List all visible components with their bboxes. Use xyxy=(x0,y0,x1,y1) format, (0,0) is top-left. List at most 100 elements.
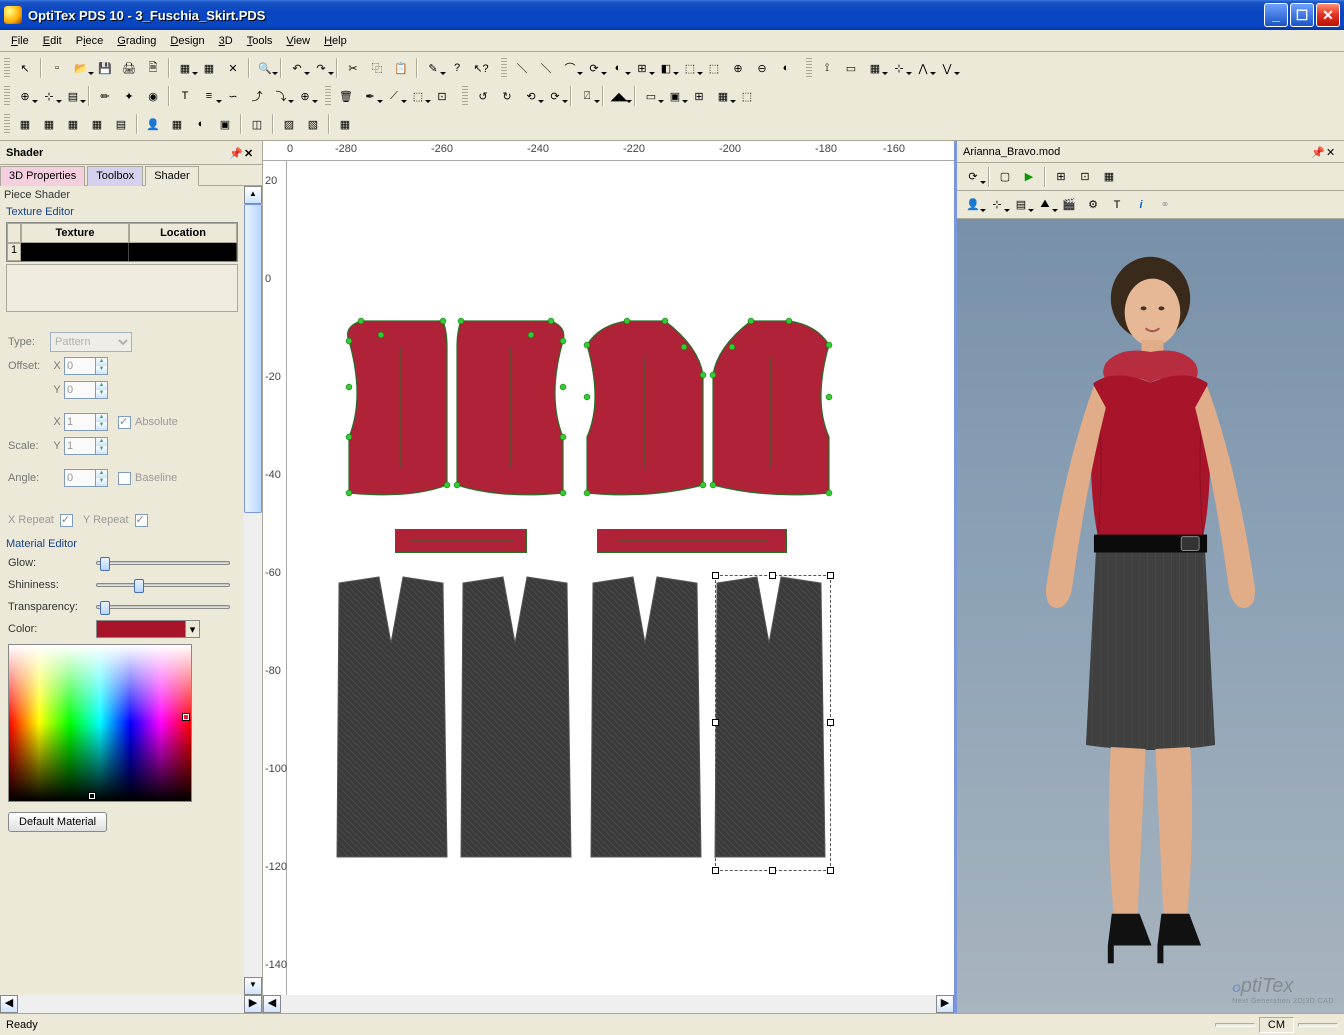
tool-icon[interactable]: ▧ xyxy=(302,113,324,135)
xrepeat-check[interactable] xyxy=(60,514,73,527)
tool-icon[interactable]: ▦ xyxy=(334,113,356,135)
color-grid-icon[interactable]: ▦ xyxy=(166,113,188,135)
save-icon[interactable]: 💾 xyxy=(94,57,116,79)
tool-icon[interactable]: ✕ xyxy=(222,57,244,79)
menu-help[interactable]: Help xyxy=(317,33,354,49)
model-viewport[interactable]: OOptiTexptiTex Next Generation 2D|3D CAD xyxy=(957,219,1344,1013)
whatsthis-icon[interactable]: ↖? xyxy=(470,57,492,79)
tool-icon[interactable]: ⊹ xyxy=(888,57,910,79)
pattern-piece[interactable] xyxy=(341,317,571,517)
grid-tool-icon[interactable]: ▦ xyxy=(62,113,84,135)
pin-icon[interactable]: 📌 xyxy=(1311,146,1323,158)
offset-y-input[interactable]: ▲▼ xyxy=(64,381,108,399)
pattern-piece[interactable] xyxy=(579,317,839,517)
tool-icon[interactable]: ⊕ xyxy=(727,57,749,79)
pattern-piece[interactable] xyxy=(597,529,787,553)
model-tool-icon[interactable]: ⊞ xyxy=(1050,166,1072,188)
menu-tools[interactable]: Tools xyxy=(240,33,280,49)
tab-3d-properties[interactable]: 3D Properties xyxy=(0,166,85,186)
tool-icon[interactable]: ◉ xyxy=(142,85,164,107)
menu-grading[interactable]: Grading xyxy=(110,33,163,49)
grid-tool-icon[interactable]: ▦ xyxy=(14,113,36,135)
absolute-check[interactable] xyxy=(118,416,131,429)
menu-piece[interactable]: Piece xyxy=(69,33,111,49)
pattern-piece[interactable] xyxy=(395,529,527,553)
color-dropdown-icon[interactable]: ▾ xyxy=(186,620,200,638)
tool-icon[interactable]: ⊕ xyxy=(14,85,36,107)
line-tool-icon[interactable]: ＼ xyxy=(511,57,533,79)
transparency-slider[interactable] xyxy=(96,605,230,609)
tool-icon[interactable]: ⊡ xyxy=(431,85,453,107)
close-button[interactable]: ✕ xyxy=(1316,3,1340,27)
tool-icon[interactable]: ▨ xyxy=(278,113,300,135)
tool-icon[interactable]: ▣ xyxy=(664,85,686,107)
grid-tool-icon[interactable]: ▦ xyxy=(86,113,108,135)
texture-table[interactable]: Texture Location 1 xyxy=(6,222,238,262)
tool-icon[interactable]: ⤴ xyxy=(246,85,268,107)
tool-icon[interactable]: ▦ xyxy=(712,85,734,107)
info-icon[interactable]: i xyxy=(1130,194,1152,216)
tool-icon[interactable]: ⋁ xyxy=(936,57,958,79)
tool-icon[interactable]: ▦ xyxy=(864,57,886,79)
tool-icon[interactable]: ◫ xyxy=(246,113,268,135)
tab-toolbox[interactable]: Toolbox xyxy=(87,166,143,186)
tool-icon[interactable]: ⟲ xyxy=(520,85,542,107)
color-swatch[interactable] xyxy=(96,620,186,638)
rotate-ccw-icon[interactable]: ↺ xyxy=(472,85,494,107)
tool-icon[interactable]: ⛰ xyxy=(1034,194,1056,216)
copy-icon[interactable]: ⿻ xyxy=(366,57,388,79)
open-icon[interactable]: 📂 xyxy=(70,57,92,79)
menu-design[interactable]: Design xyxy=(163,33,211,49)
left-hscroll[interactable]: ◀▶ xyxy=(0,995,262,1013)
tool-icon[interactable]: ⋀ xyxy=(912,57,934,79)
selection-handles[interactable] xyxy=(715,575,831,871)
tool-icon[interactable]: ⬚ xyxy=(736,85,758,107)
tool-icon[interactable]: ✦ xyxy=(118,85,140,107)
tool-icon[interactable]: ✏ xyxy=(94,85,116,107)
new-icon[interactable]: ▫ xyxy=(46,57,68,79)
text-tool-icon[interactable]: T xyxy=(174,85,196,107)
undo-icon[interactable]: ↶ xyxy=(286,57,308,79)
calc-icon[interactable]: ▤ xyxy=(110,113,132,135)
pen-tool-icon[interactable]: ✒ xyxy=(359,85,381,107)
tab-shader[interactable]: Shader xyxy=(145,166,198,186)
tool-icon[interactable]: ⟋ xyxy=(383,85,405,107)
delete-icon[interactable]: 🗑 xyxy=(335,85,357,107)
left-scrollbar[interactable]: ▲▼ xyxy=(244,186,262,995)
line-tool-icon[interactable]: ＼ xyxy=(535,57,557,79)
tool-icon[interactable]: ⊞ xyxy=(631,57,653,79)
tool-icon[interactable]: ⊕ xyxy=(294,85,316,107)
tool-icon[interactable]: ▣ xyxy=(214,113,236,135)
default-material-button[interactable]: Default Material xyxy=(8,812,107,832)
angle-input[interactable]: ▲▼ xyxy=(64,469,108,487)
tool-icon[interactable]: ▤ xyxy=(62,85,84,107)
redo-icon[interactable]: ↷ xyxy=(310,57,332,79)
person-icon[interactable]: 👤 xyxy=(962,194,984,216)
tool-icon[interactable]: ◧ xyxy=(655,57,677,79)
offset-x-input[interactable]: ▲▼ xyxy=(64,357,108,375)
tool-icon[interactable]: ⬚ xyxy=(407,85,429,107)
gear-icon[interactable]: ⚙ xyxy=(1082,194,1104,216)
tool-icon[interactable]: ◐ xyxy=(775,57,797,79)
model-tool-icon[interactable]: ▢ xyxy=(994,166,1016,188)
tool-icon[interactable]: ⟳ xyxy=(583,57,605,79)
clapper-icon[interactable]: 🎬 xyxy=(1058,194,1080,216)
tool-icon[interactable]: ⬚ xyxy=(703,57,725,79)
maximize-button[interactable]: ☐ xyxy=(1290,3,1314,27)
tool-icon[interactable]: ≡ xyxy=(198,85,220,107)
tool-icon[interactable]: ▭ xyxy=(640,85,662,107)
link-icon[interactable]: ⚭ xyxy=(1154,194,1176,216)
tool-icon[interactable]: ⊹ xyxy=(38,85,60,107)
play-icon[interactable]: ▶ xyxy=(1018,166,1040,188)
shininess-slider[interactable] xyxy=(96,583,230,587)
menu-view[interactable]: View xyxy=(279,33,317,49)
menu-edit[interactable]: Edit xyxy=(36,33,69,49)
canvas-hscroll[interactable]: ◀▶ xyxy=(263,995,954,1013)
curve-tool-icon[interactable]: ⌒ xyxy=(559,57,581,79)
tool-icon[interactable]: ▤ xyxy=(1010,194,1032,216)
tool-icon[interactable]: ▦ xyxy=(198,57,220,79)
flip-h-icon[interactable]: ◢◣ xyxy=(608,85,630,107)
person-icon[interactable]: 👤 xyxy=(142,113,164,135)
tool-icon[interactable]: ▭ xyxy=(840,57,862,79)
tool-icon[interactable]: ⟳ xyxy=(544,85,566,107)
